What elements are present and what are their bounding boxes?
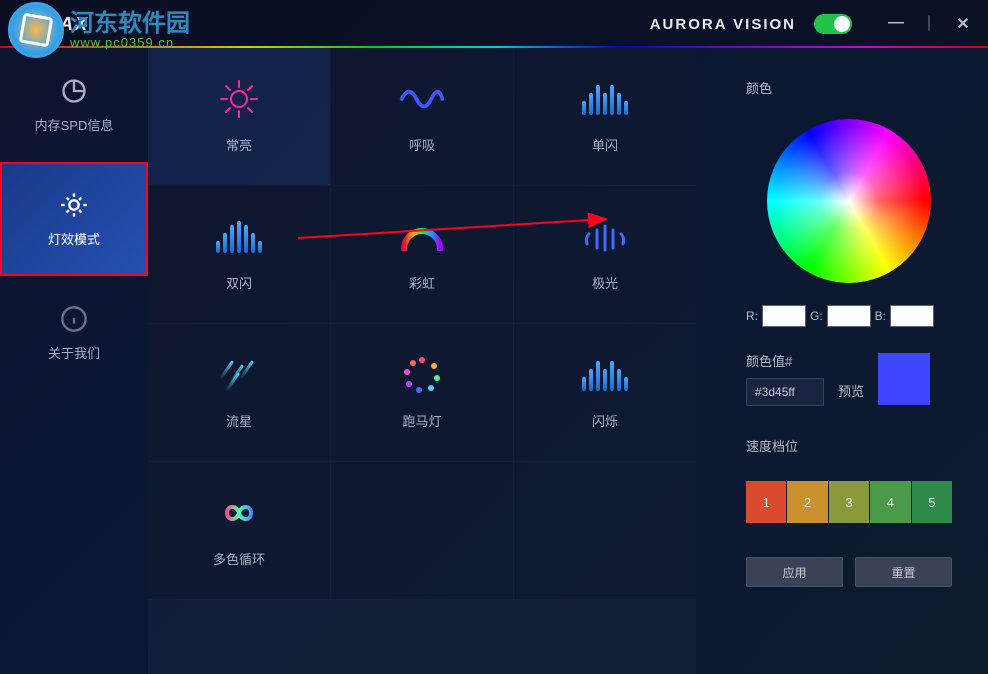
b-label: B: (875, 309, 886, 323)
speed-4-button[interactable]: 4 (870, 481, 910, 523)
speed-2-button[interactable]: 2 (787, 481, 827, 523)
app-title: AURORA VISION (650, 16, 796, 33)
color-section-label: 颜色 (746, 78, 952, 97)
minimize-button[interactable]: — (888, 14, 904, 34)
infinity-icon (215, 493, 263, 533)
speed-3-button[interactable]: 3 (829, 481, 869, 523)
app-window: 河东软件园 www.pc0359.cn GALAX AURORA VISION … (0, 0, 988, 674)
g-label: G: (810, 309, 823, 323)
info-icon (60, 305, 88, 333)
sidebar-item-label: 关于我们 (48, 343, 100, 362)
bars-icon (581, 355, 629, 395)
speed-5-button[interactable]: 5 (912, 481, 952, 523)
main-content: 常亮 呼吸 单闪 双闪 (148, 48, 988, 674)
b-input[interactable] (890, 305, 934, 327)
sidebar-item-label: 内存SPD信息 (35, 115, 114, 134)
wave-icon (398, 79, 446, 119)
meteor-icon (215, 355, 263, 395)
mode-label: 流星 (226, 411, 252, 430)
mode-grid: 常亮 呼吸 单闪 双闪 (148, 48, 696, 674)
apply-button[interactable]: 应用 (746, 557, 843, 587)
speed-1-button[interactable]: 1 (746, 481, 786, 523)
aurora-bars-icon (581, 217, 629, 257)
mode-meteor[interactable]: 流星 (148, 324, 330, 461)
color-panel: 颜色 R: G: B: 颜色值# 预览 速度档位 1 (696, 48, 988, 674)
mode-color-cycle[interactable]: 多色循环 (148, 462, 330, 599)
sun-icon (215, 79, 263, 119)
mode-label: 常亮 (226, 135, 252, 154)
power-toggle[interactable] (814, 14, 852, 34)
divider-icon: | (922, 14, 938, 34)
mode-label: 极光 (592, 273, 618, 292)
mode-label: 呼吸 (409, 135, 435, 154)
mode-marquee[interactable]: 跑马灯 (331, 324, 513, 461)
mode-flicker[interactable]: 闪烁 (514, 324, 696, 461)
g-input[interactable] (827, 305, 871, 327)
brightness-icon (60, 191, 88, 219)
mode-rainbow[interactable]: 彩虹 (331, 186, 513, 323)
sidebar-item-label: 灯效模式 (48, 229, 100, 248)
brand-logo-text: GALAX (16, 14, 89, 35)
sidebar-item-about[interactable]: 关于我们 (0, 276, 148, 390)
color-wheel-picker[interactable] (767, 119, 931, 283)
sidebar: 内存SPD信息 灯效模式 关于我们 (0, 48, 148, 674)
close-button[interactable]: ✕ (956, 14, 972, 34)
hex-label: 颜色值# (746, 351, 824, 370)
mode-single-flash[interactable]: 单闪 (514, 48, 696, 185)
bars-icon (215, 217, 263, 257)
bars-icon (581, 79, 629, 119)
mode-static[interactable]: 常亮 (148, 48, 330, 185)
r-label: R: (746, 309, 758, 323)
mode-aurora[interactable]: 极光 (514, 186, 696, 323)
hex-input[interactable] (746, 378, 824, 406)
sidebar-item-spd[interactable]: 内存SPD信息 (0, 48, 148, 162)
empty-cell (514, 462, 696, 599)
color-preview-swatch (878, 353, 930, 405)
mode-label: 单闪 (592, 135, 618, 154)
mode-label: 多色循环 (213, 549, 265, 568)
reset-button[interactable]: 重置 (855, 557, 952, 587)
rainbow-icon (398, 217, 446, 257)
title-bar: GALAX AURORA VISION — | ✕ (0, 0, 988, 48)
mode-double-flash[interactable]: 双闪 (148, 186, 330, 323)
mode-label: 闪烁 (592, 411, 618, 430)
preview-label: 预览 (838, 381, 864, 400)
r-input[interactable] (762, 305, 806, 327)
speed-section-label: 速度档位 (746, 436, 952, 455)
speed-selector: 1 2 3 4 5 (746, 481, 952, 523)
pie-chart-icon (60, 77, 88, 105)
dots-circle-icon (398, 355, 446, 395)
mode-label: 跑马灯 (402, 411, 441, 430)
mode-label: 双闪 (226, 273, 252, 292)
sidebar-item-lighting[interactable]: 灯效模式 (0, 162, 148, 276)
mode-label: 彩虹 (409, 273, 435, 292)
empty-cell (331, 462, 513, 599)
mode-breathing[interactable]: 呼吸 (331, 48, 513, 185)
